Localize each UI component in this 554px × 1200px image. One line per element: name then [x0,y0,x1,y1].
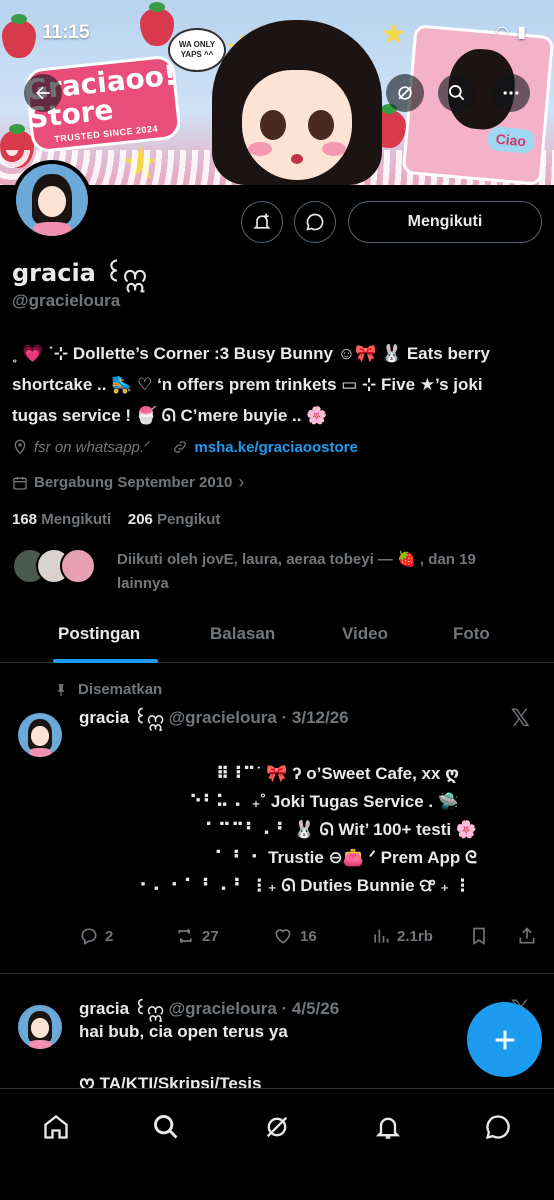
post-divider [0,973,554,974]
search-icon [154,1115,178,1139]
nav-messages[interactable] [478,1107,518,1147]
location-icon [14,439,26,455]
joined-text: Bergabung September 2010 [34,474,233,491]
like-button[interactable]: 16 [272,926,317,946]
tab-postingan[interactable]: Postingan [58,624,140,644]
home-icon [44,1115,68,1139]
grok-icon [398,86,412,100]
post-line: ⠁ ⠃ ⠂ Trustie ⊖👛 ᐟ Prem App ᘓ [214,848,477,867]
share-button[interactable] [517,926,537,946]
post-body[interactable]: ⠿⠸⠉˙ 🎀 ʔ o’Sweet Cafe, xx ღ ⠑⠃⠥ ⠄ ₊˚ Jok… [79,760,529,900]
bell-icon [375,1117,401,1139]
profile-tabs: Postingan Balasan Video Foto [0,610,554,663]
post-line: ⠂⠄ ⠂⠁ ⠃ ⠄⠃ ⋮₊ ᘏ Duties Bunnie ଫ ₊ ⋮ [138,876,471,895]
back-arrow-icon [36,86,50,100]
bio-line: ˳ 💗 ˙⊹ Dollette’s Corner :3 Busy Bunny ☺… [12,344,491,363]
nav-notifications[interactable] [368,1107,408,1147]
grok-icon [266,1116,288,1138]
following-stat[interactable]: 168 Mengikuti [12,511,111,528]
message-icon [306,213,324,231]
nav-home[interactable] [36,1107,76,1147]
notify-plus-icon [253,213,271,229]
profile-bio: ˳ 💗 ˙⊹ Dollette’s Corner :3 Busy Bunny ☺… [12,338,542,431]
reply-icon [81,928,97,945]
bookmark-icon [473,927,485,946]
back-button[interactable] [24,74,62,112]
post-actions: 2 27 16 2.1rb [79,926,539,948]
grok-button[interactable] [386,74,424,112]
more-button[interactable] [492,74,530,112]
nav-grok[interactable] [257,1107,297,1147]
x-logo-icon: 𝕏 [510,705,530,732]
post-date[interactable]: 3/12/26 [292,708,349,727]
status-bar: 11:15 ◠ ▮ [0,0,554,60]
tab-foto[interactable]: Foto [453,624,490,644]
bio-line: shortcake .. 🛼 ♡ ‘n offers prem trinkets… [12,375,483,394]
followed-by-avatars[interactable] [12,548,96,584]
status-time: 11:15 [42,22,90,43]
profile-handle: @gracieloura [12,291,121,310]
post-avatar[interactable] [18,1005,62,1049]
post-author-name[interactable]: gracia ꒰ဣ [79,999,164,1018]
views-button[interactable]: 2.1rb [371,926,433,946]
nav-search[interactable] [146,1107,186,1147]
post-author-name[interactable]: gracia ꒰ဣ [79,708,164,727]
post-header: gracia ꒰ဣ @gracieloura · 3/12/26 [79,708,349,727]
profile-meta: fsr on whatsapp.ᐟ msha.ke/graciaoostore [12,438,358,456]
profile-avatar[interactable] [12,160,92,240]
profile-link[interactable]: msha.ke/graciaoostore [194,439,357,456]
tab-balasan[interactable]: Balasan [210,624,275,644]
followed-by-text[interactable]: Diikuti oleh jovE, laura, aeraa tobeyi —… [117,548,527,596]
profile-joined[interactable]: Bergabung September 2010 › [12,472,244,493]
reply-button[interactable]: 2 [79,926,113,946]
bookmark-button[interactable] [469,926,489,946]
wifi-icon: ◠ [495,24,510,41]
mail-icon [485,1115,510,1140]
system-icons: ◠ ▮ [495,22,526,42]
bottom-navigation [0,1088,554,1200]
more-icon [503,91,519,95]
search-button[interactable] [438,74,476,112]
chevron-right-icon: › [238,472,245,492]
repost-button[interactable]: 27 [174,926,219,946]
calendar-icon [13,476,27,490]
message-button[interactable] [294,201,336,243]
post-text[interactable]: hai bub, cia open terus ya [79,1022,288,1042]
follower-avatar [60,548,96,584]
post-author-handle[interactable]: @gracieloura [169,708,277,727]
compose-button[interactable] [467,1002,542,1077]
followers-stat[interactable]: 206 Pengikut [128,511,221,528]
post-avatar[interactable] [18,713,62,757]
following-button[interactable]: Mengikuti [348,201,542,243]
views-icon [374,929,389,943]
post-header: gracia ꒰ဣ @gracieloura · 4/5/26 [79,999,340,1018]
post-line: ⠑⠃⠥ ⠄ ₊˚ Joki Tugas Service . 🛸 [188,792,459,811]
profile-location: fsr on whatsapp.ᐟ [34,439,151,456]
repost-icon [178,928,192,944]
pinned-label: Disematkan [54,681,162,698]
link-icon [174,441,187,453]
post-date[interactable]: 4/5/26 [292,999,339,1018]
notifications-button[interactable] [241,201,283,243]
share-icon [519,927,535,944]
post-author-handle[interactable]: @gracieloura [169,999,277,1018]
tab-video[interactable]: Video [342,624,388,644]
compose-icon [495,1030,514,1049]
follow-stats: 168 Mengikuti 206 Pengikut [12,511,220,528]
post-line: ⠿⠸⠉˙ 🎀 ʔ o’Sweet Cafe, xx ღ [215,764,459,783]
battery-icon: ▮ [517,24,526,41]
like-icon [275,929,291,944]
tab-indicator [53,659,158,663]
post-line: ⠁⠉⠉⠃ ⠄⠃ 🐰 ᘏ Wit’ 100+ testi 🌸 [204,820,477,839]
bio-line: tugas service ! 🍧 ᘏ C’mere buyie .. 🌸 [12,406,328,425]
pin-icon [57,683,65,696]
card-label: Ciao [486,126,536,154]
profile-name: gracia ꒰ဣ [12,259,147,287]
search-icon [449,85,465,101]
